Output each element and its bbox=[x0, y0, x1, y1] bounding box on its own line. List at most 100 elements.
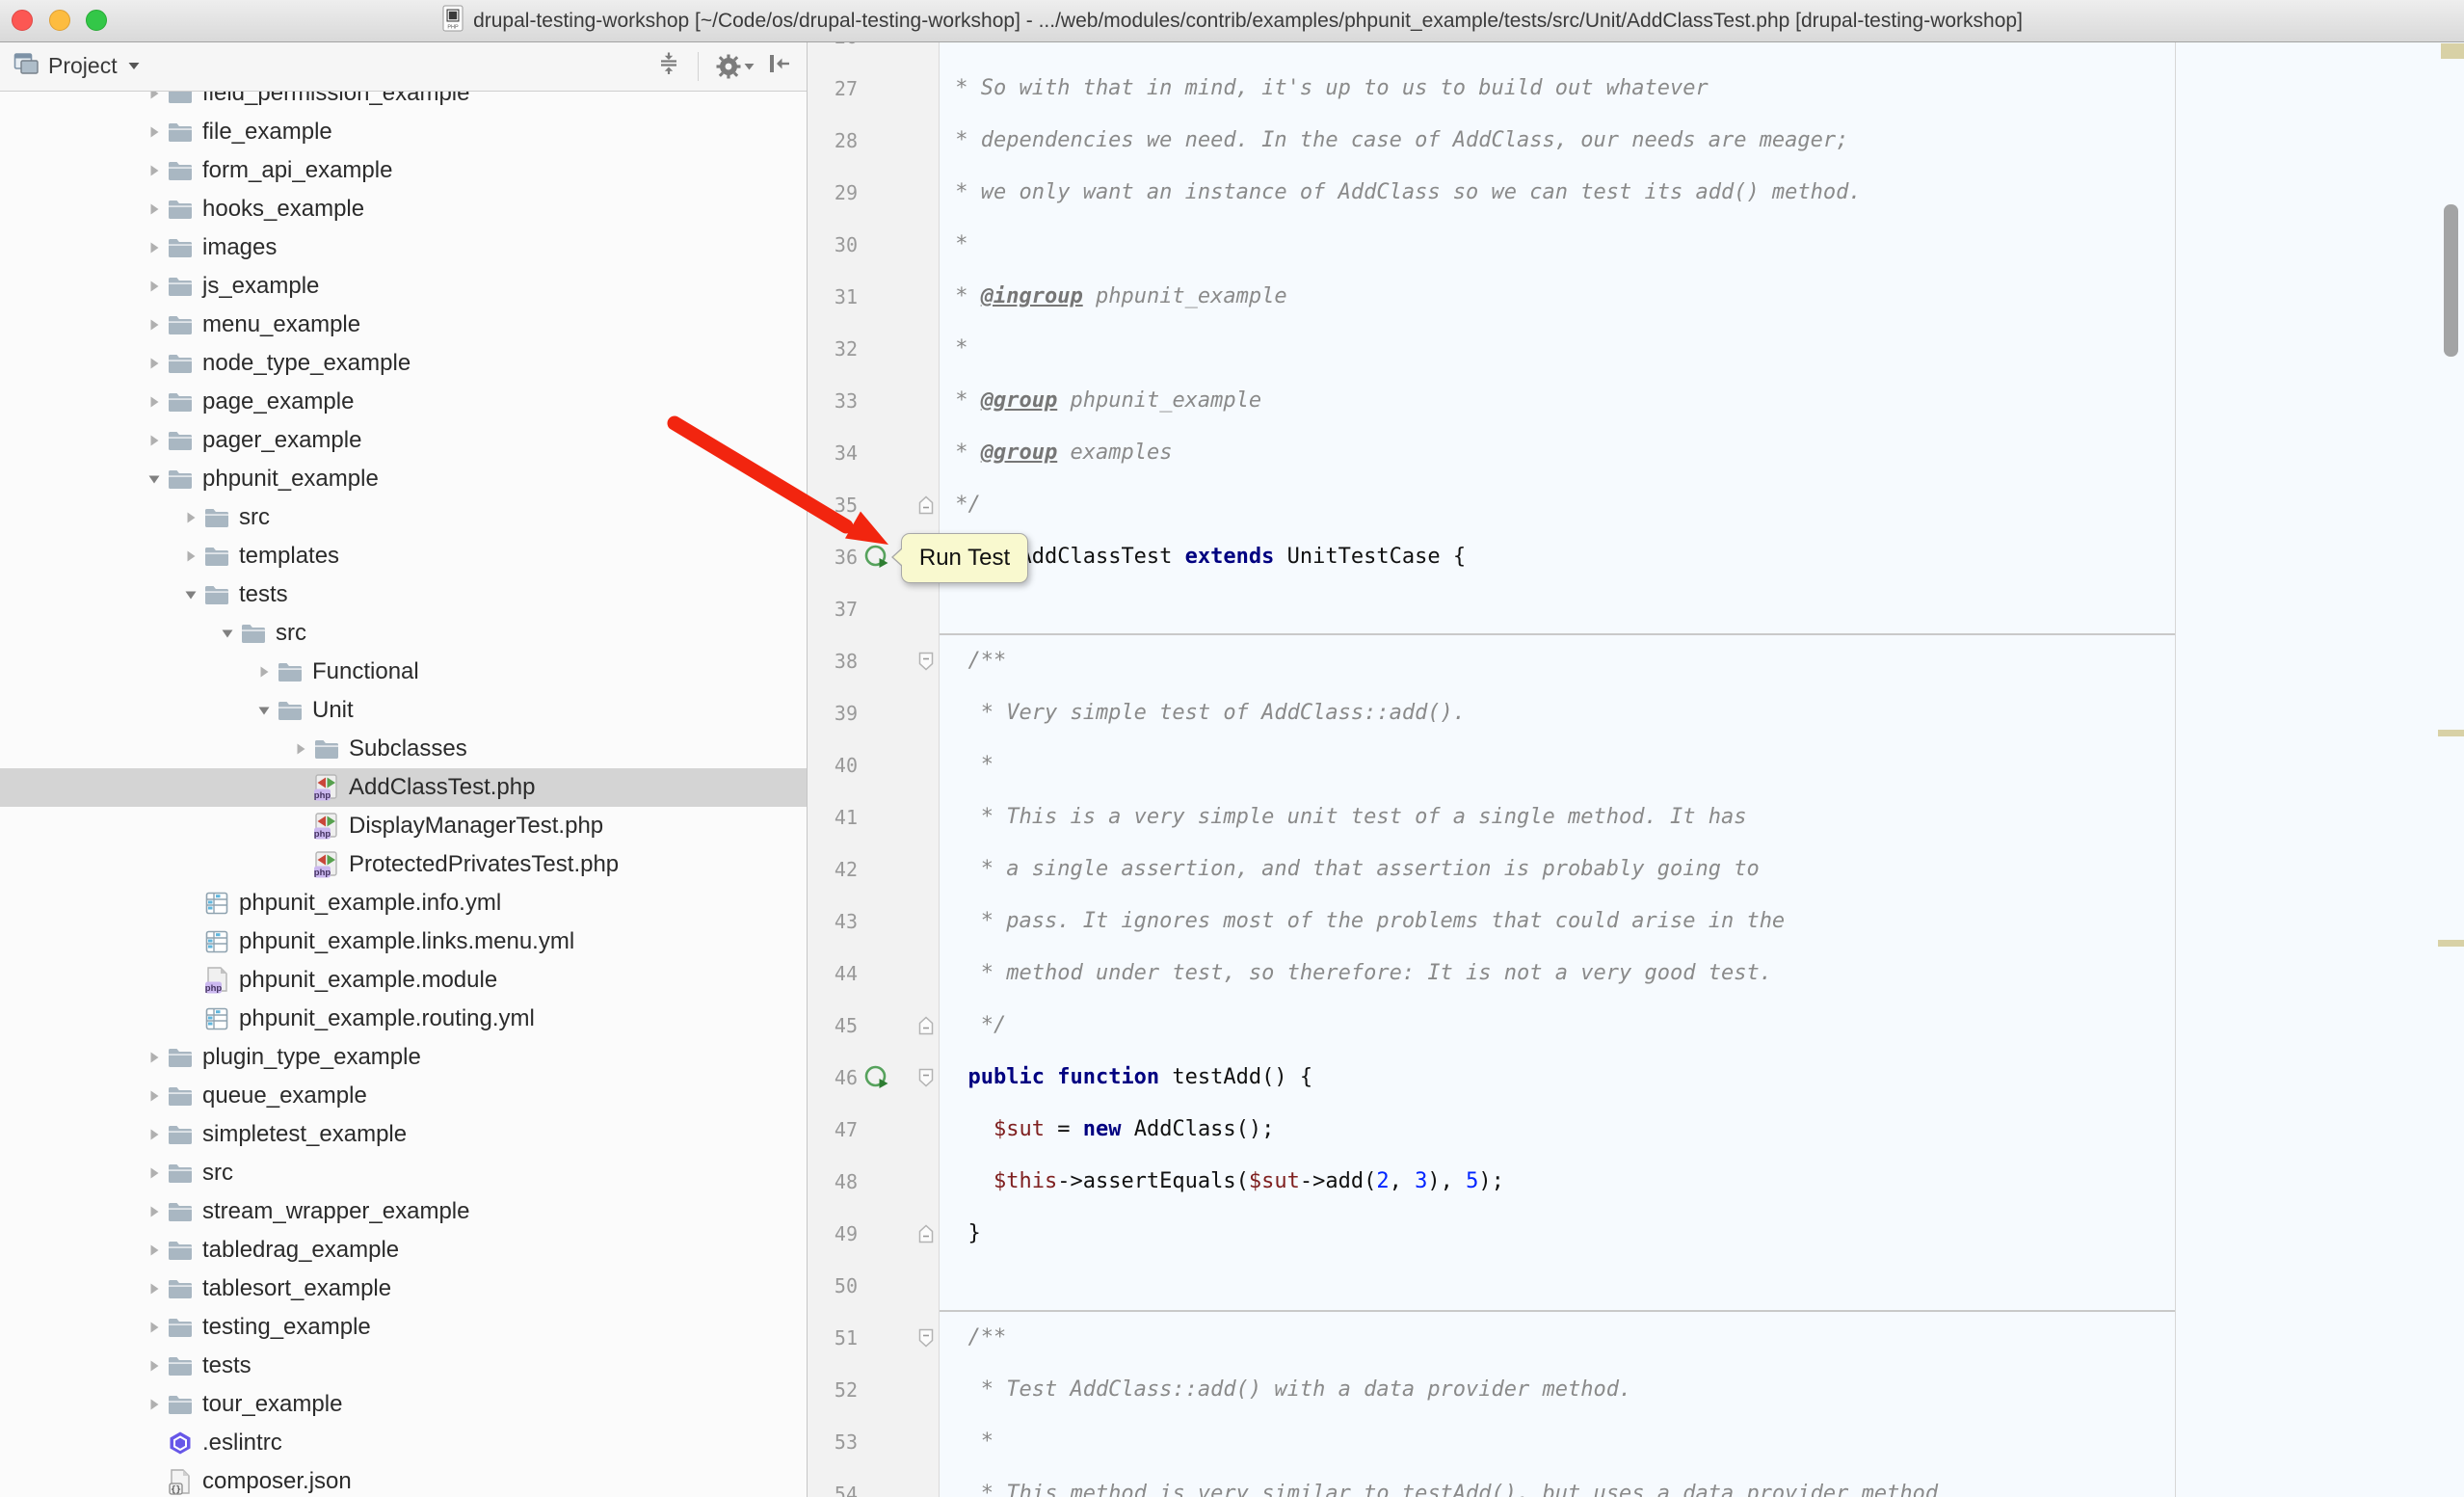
chevron-collapsed-icon[interactable] bbox=[145, 1282, 164, 1296]
tree-row[interactable]: tablesort_example bbox=[0, 1270, 807, 1308]
chevron-collapsed-icon[interactable] bbox=[145, 125, 164, 139]
code-line[interactable]: 27 * So with that in mind, it's up to us… bbox=[808, 63, 2464, 115]
chevron-collapsed-icon[interactable] bbox=[145, 1359, 164, 1373]
chevron-collapsed-icon[interactable] bbox=[145, 1051, 164, 1064]
tree-row[interactable]: plugin_type_example bbox=[0, 1038, 807, 1077]
tree-row[interactable]: Subclasses bbox=[0, 730, 807, 768]
code-line[interactable]: 36class AddClassTest extends UnitTestCas… bbox=[808, 531, 2464, 583]
code-line[interactable]: 43 * pass. It ignores most of the proble… bbox=[808, 896, 2464, 948]
code-line[interactable]: 28 * dependencies we need. In the case o… bbox=[808, 115, 2464, 167]
collapse-all-icon[interactable] bbox=[657, 52, 680, 80]
code-line[interactable]: 51 /** bbox=[808, 1312, 2464, 1364]
code-line[interactable]: 34 * @group examples bbox=[808, 427, 2464, 479]
tree-row[interactable]: tests bbox=[0, 1347, 807, 1385]
tree-row[interactable]: phpunit_example.links.menu.yml bbox=[0, 922, 807, 961]
traffic-light-minimize[interactable] bbox=[49, 10, 70, 31]
fold-end-icon[interactable] bbox=[918, 1224, 934, 1248]
tree-row[interactable]: templates bbox=[0, 537, 807, 575]
chevron-down-icon[interactable] bbox=[127, 58, 141, 75]
chevron-expanded-icon[interactable] bbox=[218, 627, 237, 640]
editor[interactable]: 2627 * So with that in mind, it's up to … bbox=[808, 41, 2464, 1497]
tree-row[interactable]: Functional bbox=[0, 653, 807, 691]
tree-row[interactable]: file_example bbox=[0, 113, 807, 151]
tree-row[interactable]: simpletest_example bbox=[0, 1115, 807, 1154]
code-line[interactable]: 30 * bbox=[808, 219, 2464, 271]
chevron-collapsed-icon[interactable] bbox=[254, 665, 274, 679]
editor-scrollbar-thumb[interactable] bbox=[2444, 204, 2458, 357]
chevron-collapsed-icon[interactable] bbox=[181, 549, 200, 563]
code-line[interactable]: 49 } bbox=[808, 1208, 2464, 1260]
tree-row[interactable]: phpunit_example.info.yml bbox=[0, 884, 807, 922]
tree-row[interactable]: node_type_example bbox=[0, 344, 807, 383]
tree-row[interactable]: src bbox=[0, 614, 807, 653]
code-line[interactable]: 54 * This method is very similar to test… bbox=[808, 1468, 2464, 1497]
traffic-light-close[interactable] bbox=[12, 10, 33, 31]
traffic-light-zoom[interactable] bbox=[86, 10, 107, 31]
chevron-collapsed-icon[interactable] bbox=[145, 241, 164, 254]
tree-row[interactable]: tabledrag_example bbox=[0, 1231, 807, 1270]
chevron-collapsed-icon[interactable] bbox=[145, 1243, 164, 1257]
tree-row[interactable]: images bbox=[0, 228, 807, 267]
chevron-collapsed-icon[interactable] bbox=[145, 318, 164, 332]
fold-end-icon[interactable] bbox=[918, 1016, 934, 1040]
tree-row[interactable]: testing_example bbox=[0, 1308, 807, 1347]
error-stripe-mark[interactable] bbox=[2438, 730, 2464, 736]
code-line[interactable]: 45 */ bbox=[808, 1000, 2464, 1052]
error-stripe-mark[interactable] bbox=[2441, 43, 2464, 59]
tree-row[interactable]: hooks_example bbox=[0, 190, 807, 228]
tree-row[interactable]: pager_example bbox=[0, 421, 807, 460]
chevron-collapsed-icon[interactable] bbox=[145, 1205, 164, 1218]
tree-row[interactable]: Unit bbox=[0, 691, 807, 730]
tree-row[interactable]: phpunit_example.routing.yml bbox=[0, 1000, 807, 1038]
code-line[interactable]: 33 * @group phpunit_example bbox=[808, 375, 2464, 427]
tree-row[interactable]: tour_example bbox=[0, 1385, 807, 1424]
tree-row[interactable]: phpphpunit_example.module bbox=[0, 961, 807, 1000]
code-line[interactable]: 37 bbox=[808, 583, 2464, 635]
fold-start-icon[interactable] bbox=[918, 1068, 934, 1092]
run-test-gutter-icon[interactable] bbox=[863, 1064, 890, 1096]
chevron-collapsed-icon[interactable] bbox=[145, 202, 164, 216]
chevron-collapsed-icon[interactable] bbox=[145, 357, 164, 370]
code-line[interactable]: 52 * Test AddClass::add() with a data pr… bbox=[808, 1364, 2464, 1416]
code-line[interactable]: 42 * a single assertion, and that assert… bbox=[808, 843, 2464, 896]
chevron-collapsed-icon[interactable] bbox=[145, 1128, 164, 1141]
chevron-expanded-icon[interactable] bbox=[145, 472, 164, 486]
code-line[interactable]: 35 */ bbox=[808, 479, 2464, 531]
code-line[interactable]: 47 $sut = new AddClass(); bbox=[808, 1104, 2464, 1156]
tree-row[interactable]: src bbox=[0, 1154, 807, 1192]
chevron-expanded-icon[interactable] bbox=[181, 588, 200, 601]
code-line[interactable]: 39 * Very simple test of AddClass::add()… bbox=[808, 687, 2464, 739]
tree-row[interactable]: tests bbox=[0, 575, 807, 614]
tree-row[interactable]: phpunit_example bbox=[0, 460, 807, 498]
code-line[interactable]: 26 bbox=[808, 41, 2464, 63]
code-line[interactable]: 40 * bbox=[808, 739, 2464, 791]
run-test-gutter-icon[interactable] bbox=[863, 544, 890, 575]
code-line[interactable]: 50 bbox=[808, 1260, 2464, 1312]
chevron-collapsed-icon[interactable] bbox=[145, 395, 164, 409]
chevron-collapsed-icon[interactable] bbox=[291, 742, 310, 756]
tree-row[interactable]: {}composer.json bbox=[0, 1462, 807, 1497]
code-line[interactable]: 44 * method under test, so therefore: It… bbox=[808, 948, 2464, 1000]
tree-row[interactable]: src bbox=[0, 498, 807, 537]
tree-row[interactable]: .eslintrc bbox=[0, 1424, 807, 1462]
fold-end-icon[interactable] bbox=[918, 495, 934, 520]
chevron-collapsed-icon[interactable] bbox=[145, 1321, 164, 1334]
hide-panel-icon[interactable] bbox=[768, 53, 791, 79]
chevron-collapsed-icon[interactable] bbox=[181, 511, 200, 524]
chevron-collapsed-icon[interactable] bbox=[145, 434, 164, 447]
error-stripe-mark[interactable] bbox=[2438, 940, 2464, 947]
chevron-collapsed-icon[interactable] bbox=[145, 92, 164, 100]
tree-row[interactable]: form_api_example bbox=[0, 151, 807, 190]
code-line[interactable]: 41 * This is a very simple unit test of … bbox=[808, 791, 2464, 843]
tree-row-selected[interactable]: phpAddClassTest.php bbox=[0, 768, 807, 807]
chevron-collapsed-icon[interactable] bbox=[145, 1398, 164, 1411]
chevron-expanded-icon[interactable] bbox=[254, 704, 274, 717]
tree-row[interactable]: js_example bbox=[0, 267, 807, 306]
code-line[interactable]: 38 /** bbox=[808, 635, 2464, 687]
tree-row[interactable]: field_permission_example bbox=[0, 92, 807, 113]
code-line[interactable]: 31 * @ingroup phpunit_example bbox=[808, 271, 2464, 323]
fold-start-icon[interactable] bbox=[918, 652, 934, 676]
code-line[interactable]: 46 public function testAdd() { bbox=[808, 1052, 2464, 1104]
chevron-collapsed-icon[interactable] bbox=[145, 164, 164, 177]
tree-row[interactable]: stream_wrapper_example bbox=[0, 1192, 807, 1231]
